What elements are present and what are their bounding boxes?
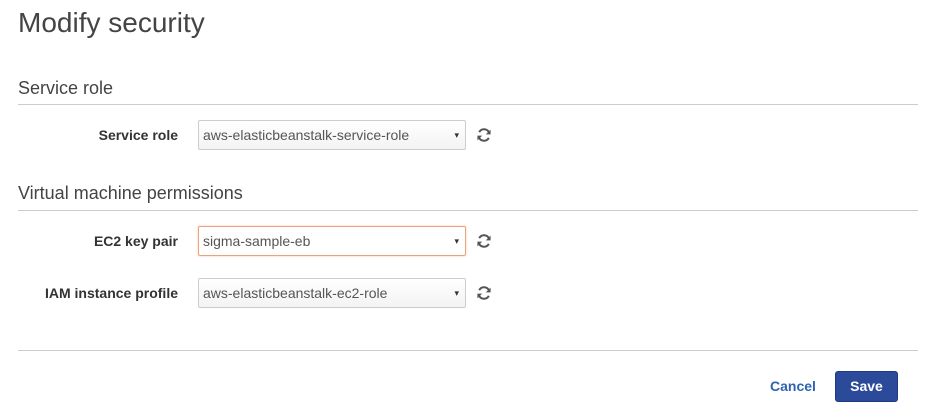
service-role-select[interactable]: aws-elasticbeanstalk-service-role ▾ [198, 120, 466, 150]
section-divider [18, 210, 918, 211]
iam-instance-profile-select[interactable]: aws-elasticbeanstalk-ec2-role ▾ [198, 278, 466, 308]
service-role-selected-value: aws-elasticbeanstalk-service-role [203, 127, 410, 143]
page-title: Modify security [18, 7, 205, 38]
chevron-down-icon: ▾ [454, 236, 459, 246]
refresh-icon[interactable] [476, 233, 492, 249]
ec2-key-pair-selected-value: sigma-sample-eb [203, 233, 311, 249]
chevron-down-icon: ▾ [454, 130, 459, 140]
footer-divider [18, 350, 918, 351]
service-role-label: Service role [98, 127, 178, 143]
modify-security-page: Modify security Service role Service rol… [0, 0, 933, 420]
chevron-down-icon: ▾ [454, 288, 459, 298]
section-header-service-role: Service role [18, 78, 114, 98]
section-divider [18, 104, 918, 105]
save-button[interactable]: Save [835, 371, 898, 402]
iam-instance-profile-label: IAM instance profile [44, 285, 178, 301]
refresh-icon[interactable] [476, 285, 492, 301]
iam-instance-profile-selected-value: aws-elasticbeanstalk-ec2-role [203, 285, 388, 301]
ec2-key-pair-select[interactable]: sigma-sample-eb ▾ [198, 226, 466, 256]
cancel-button[interactable]: Cancel [770, 377, 816, 395]
refresh-icon[interactable] [476, 127, 492, 143]
ec2-key-pair-label: EC2 key pair [93, 233, 178, 249]
section-header-virtual-machine-permissions: Virtual machine permissions [18, 183, 243, 203]
